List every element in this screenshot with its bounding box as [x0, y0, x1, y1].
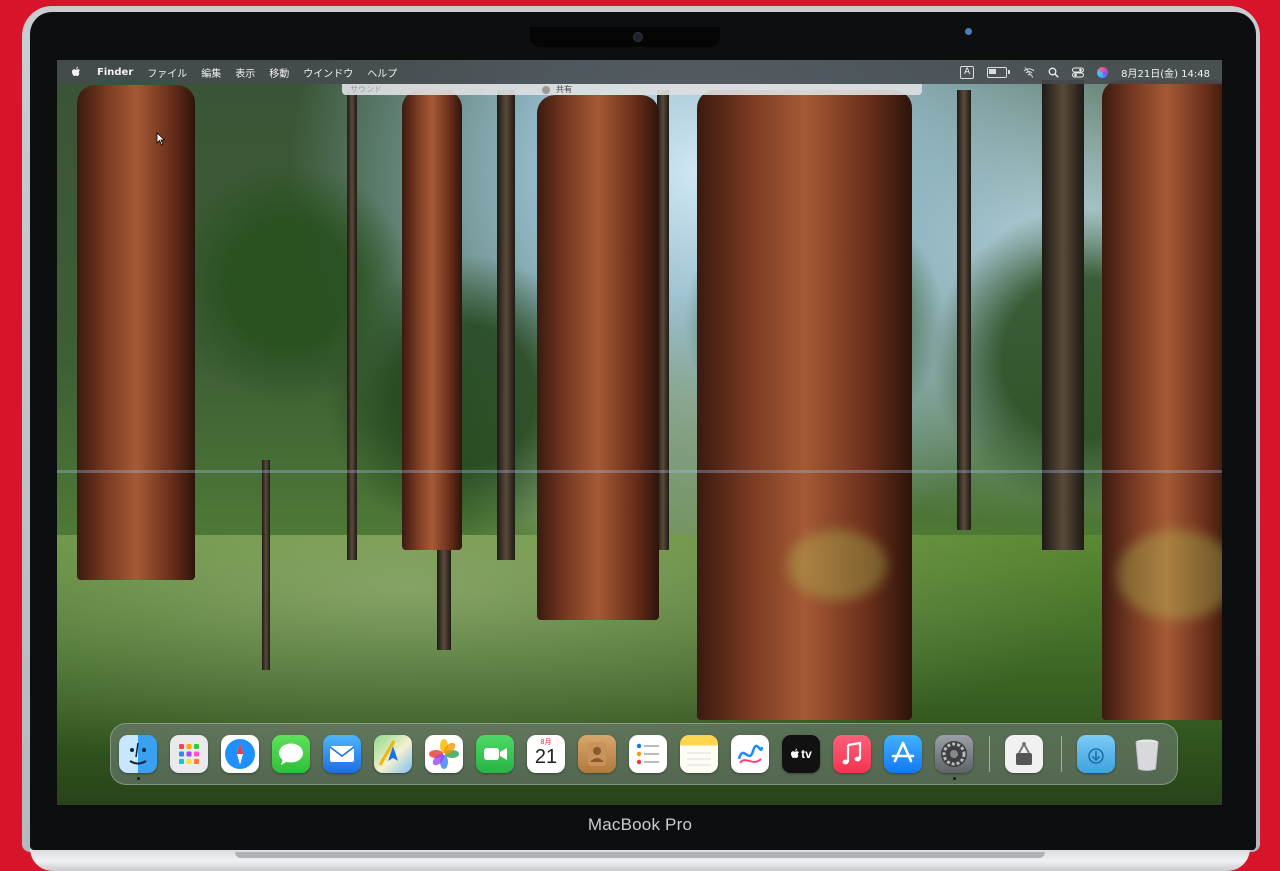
- tv-label: tv: [801, 747, 812, 761]
- battery-icon[interactable]: [987, 66, 1008, 78]
- settings-icon[interactable]: [935, 735, 973, 773]
- appstore-icon[interactable]: [884, 735, 922, 773]
- thin-tree: [497, 90, 515, 560]
- search-icon[interactable]: [1048, 67, 1059, 78]
- menu-bar: Finder ファイル 編集 表示 移動 ウインドウ ヘルプ A 8月21日(金…: [57, 60, 1222, 84]
- tv-icon[interactable]: tv: [782, 735, 820, 773]
- launchpad-icon[interactable]: [170, 735, 208, 773]
- hinge-notch: [235, 852, 1045, 858]
- utility-icon[interactable]: [1005, 735, 1043, 773]
- redwood-trunk: [77, 85, 195, 580]
- calendar-day: 21: [534, 746, 558, 768]
- menu-view[interactable]: 表示: [235, 65, 255, 80]
- contacts-icon[interactable]: [578, 735, 616, 773]
- messages-icon[interactable]: [272, 735, 310, 773]
- thin-tree: [957, 90, 971, 530]
- reminders-icon[interactable]: [629, 735, 667, 773]
- wifi-off-icon[interactable]: [1023, 66, 1035, 78]
- menu-clock[interactable]: 8月21日(金) 14:48: [1121, 65, 1210, 80]
- photos-icon[interactable]: [425, 735, 463, 773]
- menu-window[interactable]: ウインドウ: [303, 65, 353, 80]
- finder-window-edge[interactable]: サウンド 共有: [342, 84, 922, 95]
- freeform-icon[interactable]: [731, 735, 769, 773]
- share-label[interactable]: 共有: [556, 84, 572, 95]
- running-indicator: [953, 777, 956, 780]
- facetime-icon[interactable]: [476, 735, 514, 773]
- maps-icon[interactable]: [374, 735, 412, 773]
- safari-icon[interactable]: [221, 735, 259, 773]
- desktop[interactable]: Finder ファイル 編集 表示 移動 ウインドウ ヘルプ A 8月21日(金…: [57, 60, 1222, 805]
- redwood-trunk: [537, 95, 659, 620]
- siri-icon[interactable]: [1097, 66, 1109, 78]
- mouse-cursor-icon: [156, 132, 166, 146]
- mail-icon[interactable]: [323, 735, 361, 773]
- redwood-trunk: [697, 90, 912, 720]
- finder-sidebar-label[interactable]: サウンド: [342, 84, 382, 95]
- thin-tree: [1042, 80, 1084, 550]
- downloads-folder-icon[interactable]: [1077, 735, 1115, 773]
- redwood-trunk: [1102, 80, 1222, 720]
- trash-icon[interactable]: [1128, 735, 1166, 773]
- music-icon[interactable]: [833, 735, 871, 773]
- thin-tree: [262, 460, 270, 670]
- menu-help[interactable]: ヘルプ: [367, 65, 397, 80]
- battery-tip: [1008, 70, 1011, 74]
- thin-tree: [347, 90, 357, 560]
- menu-go[interactable]: 移動: [269, 65, 289, 80]
- glare: [787, 530, 887, 600]
- dock-separator: [1061, 736, 1062, 772]
- notes-icon[interactable]: [680, 735, 718, 773]
- screen-reflection: [57, 470, 1222, 473]
- dock: 8月 21 tv: [110, 723, 1178, 785]
- calendar-icon[interactable]: 8月 21: [527, 735, 565, 773]
- apple-icon[interactable]: [71, 66, 81, 78]
- camera-notch: [530, 27, 720, 47]
- menu-file[interactable]: ファイル: [147, 65, 187, 80]
- ambient-sensor: [965, 28, 972, 35]
- camera-icon: [633, 32, 643, 42]
- finder-icon[interactable]: [119, 735, 157, 773]
- dock-separator: [989, 736, 990, 772]
- menu-edit[interactable]: 編集: [201, 65, 221, 80]
- menu-app-name[interactable]: Finder: [97, 67, 133, 78]
- control-center-icon[interactable]: [1072, 67, 1085, 78]
- redwood-trunk: [402, 90, 462, 550]
- model-label: MacBook Pro: [587, 815, 693, 834]
- running-indicator: [137, 777, 140, 780]
- share-icon[interactable]: [542, 85, 550, 94]
- input-source-icon[interactable]: A: [959, 65, 975, 79]
